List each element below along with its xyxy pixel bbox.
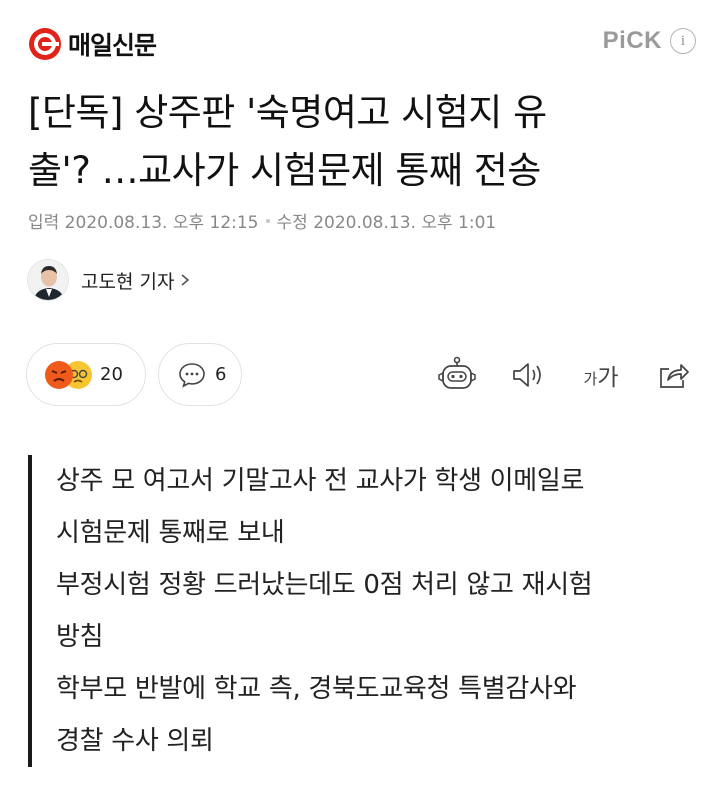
chevron-right-icon — [181, 274, 190, 286]
comment-count: 6 — [215, 364, 227, 385]
summary-line: 상주 모 여고서 기말고사 전 교사가 학생 이메일로 — [56, 466, 585, 496]
summary-line: 부정시험 정황 드러났는데도 0점 처리 않고 재시험 — [56, 570, 593, 600]
info-icon[interactable]: i — [670, 28, 696, 54]
comment-icon — [179, 362, 205, 388]
headline-line-2: 출'? …교사가 시험문제 통째 전송 — [28, 149, 541, 192]
reaction-button[interactable]: 20 — [26, 343, 146, 406]
speaker-icon — [513, 363, 541, 387]
font-size-large-label: 가 — [597, 365, 619, 391]
separator-dot — [265, 218, 270, 223]
reporter-name: 고도현 기자 — [81, 270, 175, 293]
summary-line: 학부모 반발에 학교 측, 경북도교육청 특별감사와 — [56, 674, 577, 704]
press-logo-icon — [29, 28, 61, 60]
angry-emoji-icon — [45, 360, 73, 389]
article-summary: 상주 모 여고서 기말고사 전 교사가 학생 이메일로 시험문제 통째로 보내 … — [28, 455, 688, 767]
article-dates: 입력 2020.08.13. 오후 12:15 수정 2020.08.13. 오… — [28, 208, 496, 233]
pick-badge: PiCK i — [603, 27, 696, 55]
summary-line: 방침 — [56, 622, 104, 652]
article-headline: [단독] 상주판 '숙명여고 시험지 유 출'? …교사가 시험문제 통째 전송 — [28, 84, 688, 200]
read-aloud-button[interactable] — [509, 355, 547, 395]
font-size-button[interactable]: 가 가 — [580, 355, 622, 395]
reporter-photo-icon — [28, 260, 68, 300]
headline-line-1: [단독] 상주판 '숙명여고 시험지 유 — [28, 91, 547, 134]
reaction-count: 20 — [100, 364, 123, 385]
press-logo[interactable]: 매일신문 — [28, 26, 157, 62]
comment-button[interactable]: 6 — [158, 343, 242, 406]
pick-label: PiCK — [602, 27, 662, 54]
font-size-small-label: 가 — [583, 369, 598, 388]
action-bar: 20 6 가 가 — [0, 343, 720, 409]
top-bar: 매일신문 PiCK i — [0, 0, 720, 86]
share-button[interactable] — [655, 355, 693, 395]
share-icon — [660, 364, 689, 388]
modified-date: 수정 2020.08.13. 오후 1:01 — [276, 213, 497, 233]
summary-line: 시험문제 통째로 보내 — [56, 518, 285, 548]
reporter-avatar — [27, 259, 69, 301]
robot-icon — [438, 356, 476, 389]
published-date: 입력 2020.08.13. 오후 12:15 — [28, 213, 259, 233]
reporter-link[interactable]: 고도현 기자 — [27, 259, 192, 301]
summary-bot-button[interactable] — [436, 355, 478, 395]
press-name: 매일신문 — [68, 31, 157, 60]
summary-line: 경찰 수사 의뢰 — [56, 726, 214, 756]
